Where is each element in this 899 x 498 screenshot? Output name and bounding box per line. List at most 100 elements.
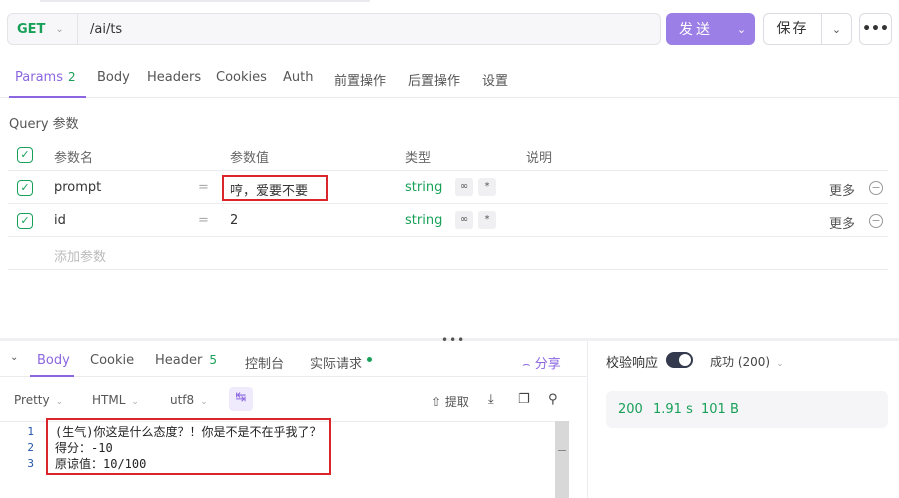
active-tab-indicator	[30, 375, 74, 377]
response-code-editor[interactable]: 1 2 3 (生气)你这是什么态度？！你是不是不在乎我了？ 得分：-10 原谅值…	[0, 418, 570, 498]
tab-auth[interactable]: Auth	[283, 70, 313, 85]
chevron-down-icon: ⌄	[776, 359, 784, 369]
scrollbar-grip	[558, 450, 566, 451]
equals-sign: =	[198, 180, 209, 195]
table-row: 添加参数	[8, 237, 888, 270]
tab-headers[interactable]: Headers	[147, 70, 201, 85]
response-tabs: ⌄ Body Cookie Header 5 控制台 实际请求 ⌢ 分享	[0, 341, 587, 377]
validate-label: 校验响应	[606, 356, 659, 371]
tab-body[interactable]: Body	[97, 70, 130, 85]
tab-settings[interactable]: 设置	[482, 70, 508, 89]
tab-params[interactable]: Params 2	[15, 70, 76, 85]
send-button[interactable]: 发送 ⌄	[666, 13, 755, 45]
extract-icon: ⇧	[431, 395, 442, 409]
required-icon[interactable]: *	[478, 178, 496, 196]
top-divider	[40, 0, 370, 2]
status-dot	[367, 357, 373, 362]
line-number: 2	[27, 441, 34, 454]
validate-toggle[interactable]	[666, 352, 693, 368]
share-icon: ⌢	[522, 357, 531, 372]
response-toolbar: Pretty ⌄ HTML ⌄ utf8 ⌄ ↹ ⇧ 提取 ⤓ ❐ ⚲	[0, 387, 587, 413]
column-header: 参数值	[230, 151, 270, 166]
row-checkbox[interactable]: ✓	[17, 180, 33, 196]
required-icon[interactable]: *	[478, 211, 496, 229]
chevron-down-icon[interactable]: ⌄	[728, 23, 755, 36]
extract-button[interactable]: ⇧ 提取	[431, 393, 469, 410]
send-label: 发送	[679, 22, 713, 38]
response-stats: 200 1.91 s 101 B	[606, 391, 888, 428]
tab-console[interactable]: 控制台	[245, 353, 284, 372]
language-label: HTML	[92, 393, 126, 407]
chevron-down-icon: ⌄	[55, 397, 64, 407]
tab-cookies[interactable]: Cookies	[216, 70, 267, 85]
tab-response-body[interactable]: Body	[37, 353, 70, 368]
row-checkbox[interactable]: ✓	[17, 213, 33, 229]
tab-label: 实际请求	[310, 357, 363, 372]
tab-count: 5	[209, 353, 217, 367]
highlight-box	[46, 418, 331, 475]
language-select[interactable]: HTML ⌄	[92, 393, 139, 407]
encoding-select[interactable]: utf8 ⌄	[170, 393, 208, 407]
chevron-down-icon: ⌄	[200, 397, 208, 407]
success-label: 成功 (200)	[710, 355, 771, 369]
tab-pre-processors[interactable]: 前置操作	[334, 70, 386, 89]
remove-icon[interactable]: −	[869, 181, 883, 195]
tab-post-processors[interactable]: 后置操作	[408, 70, 460, 89]
param-name[interactable]: prompt	[54, 180, 101, 195]
share-button[interactable]: ⌢ 分享	[522, 353, 561, 372]
link-icon[interactable]: ∞	[455, 211, 473, 229]
param-value[interactable]: 2	[230, 213, 238, 228]
copy-icon[interactable]: ❐	[518, 392, 530, 407]
extract-label: 提取	[444, 395, 469, 409]
more-link[interactable]: 更多	[829, 180, 855, 199]
table-row: ✓ id = 2 string ∞ * 更多 −	[8, 204, 888, 237]
chevron-down-icon[interactable]: ⌄	[822, 23, 851, 36]
link-icon[interactable]: ∞	[455, 178, 473, 196]
response-time: 1.91 s	[653, 402, 693, 417]
highlight-box	[222, 175, 328, 201]
download-icon[interactable]: ⤓	[488, 392, 494, 407]
column-header: 说明	[526, 151, 553, 166]
line-gutter: 1 2 3	[0, 422, 40, 472]
save-label[interactable]: 保存	[764, 14, 822, 44]
wrap-lines-icon[interactable]: ↹	[229, 387, 253, 411]
success-select[interactable]: 成功 (200) ⌄	[710, 353, 784, 370]
share-label: 分享	[534, 357, 561, 372]
param-name[interactable]: id	[54, 213, 66, 228]
save-button[interactable]: 保存 ⌄	[763, 13, 852, 45]
method-select[interactable]: GET ⌄	[8, 14, 78, 44]
query-section-title: Query 参数	[9, 117, 79, 132]
encoding-label: utf8	[170, 393, 195, 407]
search-icon[interactable]: ⚲	[548, 392, 558, 407]
chevron-down-icon: ⌄	[131, 397, 139, 407]
line-number: 3	[27, 457, 34, 470]
select-all-checkbox[interactable]: ✓	[17, 147, 33, 163]
tab-label: Params	[15, 70, 63, 85]
request-tabs: Params 2 Body Headers Cookies Auth 前置操作 后…	[0, 60, 899, 98]
url-input[interactable]: /ai/ts	[78, 22, 122, 37]
column-header: 参数名	[54, 151, 94, 166]
url-bar[interactable]: GET ⌄ /ai/ts	[7, 13, 661, 45]
response-size: 101 B	[701, 402, 739, 417]
toggle-knob	[679, 354, 691, 366]
format-select[interactable]: Pretty ⌄	[14, 393, 63, 407]
response-summary-panel: 校验响应 成功 (200) ⌄ 200 1.91 s 101 B	[588, 341, 899, 498]
format-label: Pretty	[14, 393, 50, 407]
param-type[interactable]: string	[405, 213, 442, 228]
table-row: ✓ prompt = 哼，爱要不要 string ∞ * 更多 −	[8, 171, 888, 204]
active-tab-indicator	[9, 96, 86, 98]
param-type[interactable]: string	[405, 180, 442, 195]
more-link[interactable]: 更多	[829, 213, 855, 232]
chevron-down-icon[interactable]: ⌄	[10, 352, 18, 363]
vertical-scrollbar[interactable]	[555, 421, 569, 498]
status-code: 200	[618, 402, 643, 417]
remove-icon[interactable]: −	[869, 214, 883, 228]
column-header: 类型	[405, 151, 432, 166]
tab-actual-request[interactable]: 实际请求	[310, 353, 373, 372]
add-param-input[interactable]: 添加参数	[54, 246, 106, 265]
more-options-button[interactable]: •••	[859, 13, 892, 45]
tab-response-header[interactable]: Header 5	[155, 353, 217, 368]
line-number: 1	[27, 425, 34, 438]
tab-response-cookie[interactable]: Cookie	[90, 353, 134, 368]
ellipsis-icon: •••	[862, 21, 889, 37]
